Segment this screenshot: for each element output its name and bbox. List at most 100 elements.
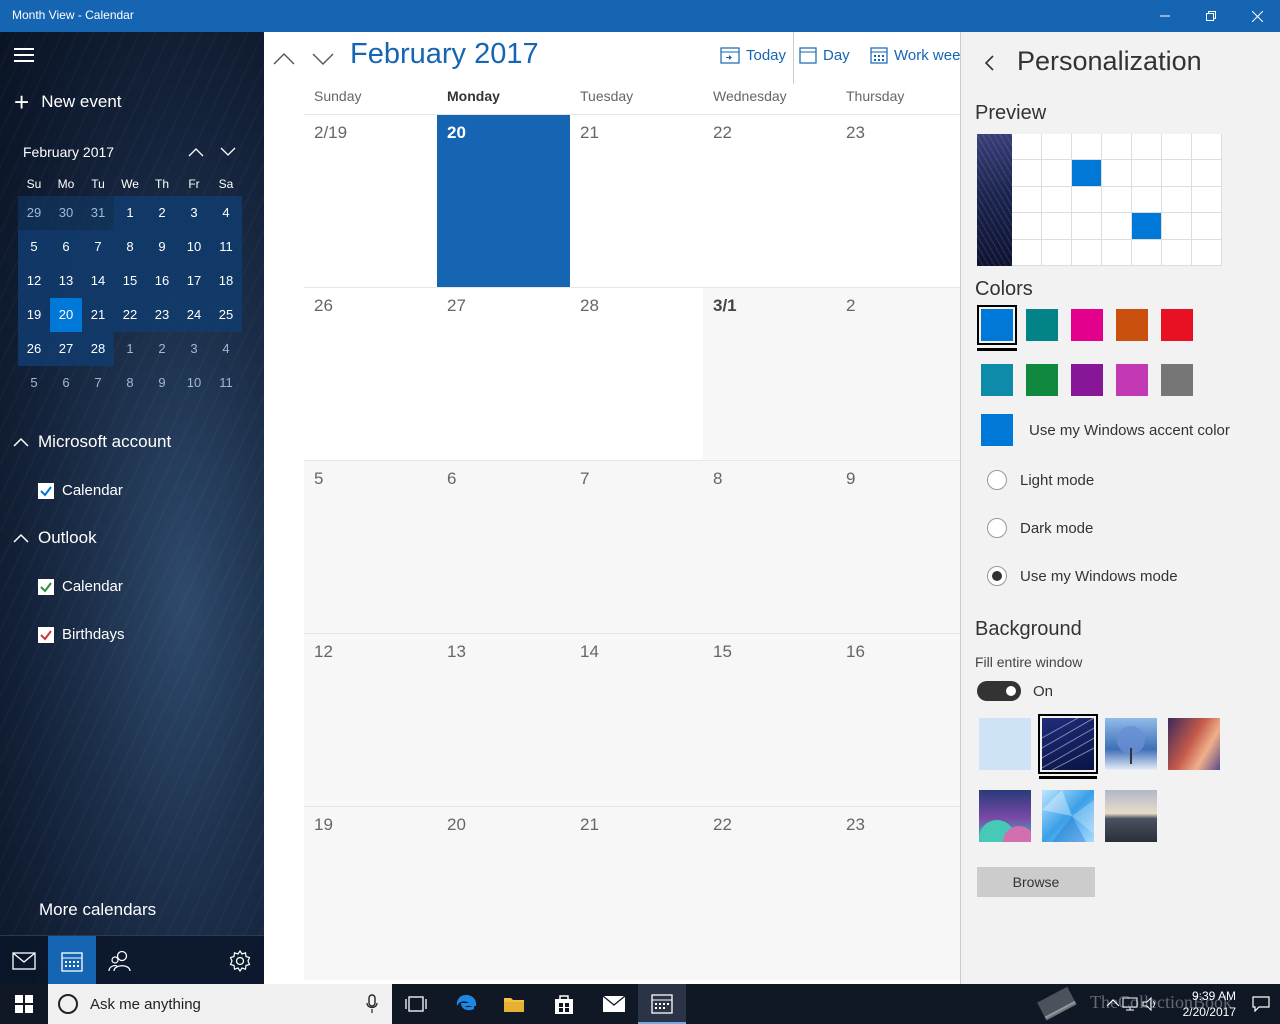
mail-switch-button[interactable] <box>0 936 48 984</box>
day-cell[interactable]: 23 <box>836 115 960 288</box>
mini-day-cell[interactable]: 13 <box>50 264 82 298</box>
day-cell-today[interactable]: 20 <box>437 115 570 288</box>
mini-calendar-title[interactable]: February 2017 <box>23 144 114 160</box>
day-cell[interactable]: 7 <box>570 461 703 634</box>
color-swatch[interactable] <box>1116 364 1148 396</box>
checkbox-checked-icon[interactable] <box>38 578 54 595</box>
mini-day-cell[interactable]: 14 <box>82 264 114 298</box>
day-cell[interactable]: 13 <box>437 634 570 807</box>
calendar-item-microsoft-calendar[interactable]: Calendar <box>38 482 123 499</box>
hamburger-menu-icon[interactable] <box>14 48 34 62</box>
background-option-abstract[interactable] <box>979 790 1035 858</box>
mini-day-cell[interactable]: 9 <box>146 366 178 400</box>
day-cell[interactable]: 15 <box>703 634 836 807</box>
mini-day-cell[interactable]: 8 <box>114 230 146 264</box>
mini-day-cell[interactable]: 11 <box>210 230 242 264</box>
checkbox-checked-icon[interactable] <box>38 626 54 643</box>
account-microsoft-header[interactable]: Microsoft account <box>12 432 171 452</box>
fill-window-toggle[interactable]: On <box>977 681 1053 701</box>
mail-app-button[interactable] <box>590 984 638 1024</box>
start-button[interactable] <box>0 984 48 1024</box>
mini-day-cell[interactable]: 7 <box>82 366 114 400</box>
color-swatch[interactable] <box>981 364 1013 396</box>
mini-day-cell[interactable]: 21 <box>82 298 114 332</box>
day-view-button[interactable]: Day <box>799 46 850 64</box>
store-button[interactable] <box>540 984 588 1024</box>
day-cell[interactable]: 3/1 <box>703 288 836 461</box>
mini-day-cell[interactable]: 9 <box>146 230 178 264</box>
day-cell[interactable]: 27 <box>437 288 570 461</box>
calendar-switch-button[interactable] <box>48 936 96 984</box>
mini-day-cell[interactable]: 5 <box>18 230 50 264</box>
mini-day-cell[interactable]: 8 <box>114 366 146 400</box>
mini-day-cell[interactable]: 23 <box>146 298 178 332</box>
settings-button[interactable] <box>216 936 264 984</box>
mini-day-cell[interactable]: 24 <box>178 298 210 332</box>
day-cell[interactable]: 12 <box>304 634 437 807</box>
day-cell[interactable]: 2 <box>836 288 960 461</box>
mini-day-cell[interactable]: 27 <box>50 332 82 366</box>
mini-day-cell[interactable]: 18 <box>210 264 242 298</box>
mini-next-month-button[interactable] <box>216 140 240 164</box>
day-cell[interactable]: 23 <box>836 807 960 980</box>
mini-day-cell[interactable]: 2 <box>146 196 178 230</box>
calendar-item-outlook-calendar[interactable]: Calendar <box>38 578 123 595</box>
light-mode-radio[interactable]: Light mode <box>987 470 1094 490</box>
background-option-crystal[interactable] <box>1042 790 1094 842</box>
mini-day-cell[interactable]: 10 <box>178 230 210 264</box>
radio-button[interactable] <box>987 518 1007 538</box>
mini-day-cell[interactable]: 7 <box>82 230 114 264</box>
action-center-icon[interactable] <box>1252 996 1270 1012</box>
mini-day-cell[interactable]: 29 <box>18 196 50 230</box>
day-cell[interactable]: 6 <box>437 461 570 634</box>
mini-day-cell[interactable]: 3 <box>178 332 210 366</box>
next-month-button[interactable] <box>310 46 336 72</box>
mini-day-cell[interactable]: 4 <box>210 196 242 230</box>
windows-accent-color-option[interactable]: Use my Windows accent color <box>981 414 1230 446</box>
mini-day-cell[interactable]: 31 <box>82 196 114 230</box>
edge-browser-button[interactable] <box>442 984 490 1024</box>
day-cell[interactable]: 28 <box>570 288 703 461</box>
minimize-button[interactable] <box>1142 0 1188 32</box>
background-option-lake[interactable] <box>1105 790 1157 842</box>
mini-day-cell[interactable]: 26 <box>18 332 50 366</box>
dark-mode-radio[interactable]: Dark mode <box>987 518 1093 538</box>
previous-month-button[interactable] <box>271 46 297 72</box>
mini-day-cell[interactable]: 6 <box>50 230 82 264</box>
mini-day-cell[interactable]: 11 <box>210 366 242 400</box>
new-event-button[interactable]: + New event <box>14 89 122 115</box>
mini-day-cell[interactable]: 25 <box>210 298 242 332</box>
radio-button[interactable] <box>987 470 1007 490</box>
month-title[interactable]: February 2017 <box>350 38 539 71</box>
day-cell[interactable]: 9 <box>836 461 960 634</box>
color-swatch[interactable] <box>1161 309 1193 341</box>
mini-day-cell[interactable]: 1 <box>114 196 146 230</box>
mini-day-cell[interactable]: 1 <box>114 332 146 366</box>
mini-day-cell[interactable]: 28 <box>82 332 114 366</box>
close-button[interactable] <box>1234 0 1280 32</box>
mini-day-cell[interactable]: 20 <box>50 298 82 332</box>
mini-day-cell[interactable]: 22 <box>114 298 146 332</box>
mini-day-cell[interactable]: 15 <box>114 264 146 298</box>
today-button[interactable]: Today <box>720 46 786 64</box>
background-option-plain[interactable] <box>979 718 1031 770</box>
work-week-view-button[interactable]: Work week <box>870 46 960 64</box>
mini-day-cell[interactable]: 6 <box>50 366 82 400</box>
back-button[interactable] <box>981 52 999 74</box>
background-option-star-trails[interactable] <box>1038 714 1098 774</box>
calendar-app-button[interactable] <box>638 984 686 1024</box>
day-cell[interactable]: 16 <box>836 634 960 807</box>
day-cell[interactable]: 5 <box>304 461 437 634</box>
mini-day-cell[interactable]: 4 <box>210 332 242 366</box>
day-cell[interactable]: 20 <box>437 807 570 980</box>
day-cell[interactable]: 2/19 <box>304 115 437 288</box>
color-swatch[interactable] <box>1161 364 1193 396</box>
mini-day-cell[interactable]: 16 <box>146 264 178 298</box>
color-swatch[interactable] <box>1071 364 1103 396</box>
color-swatch[interactable] <box>1116 309 1148 341</box>
day-cell[interactable]: 21 <box>570 807 703 980</box>
file-explorer-button[interactable] <box>490 984 538 1024</box>
color-swatch[interactable] <box>977 305 1017 345</box>
radio-button-selected[interactable] <box>987 566 1007 586</box>
restore-button[interactable] <box>1188 0 1234 32</box>
